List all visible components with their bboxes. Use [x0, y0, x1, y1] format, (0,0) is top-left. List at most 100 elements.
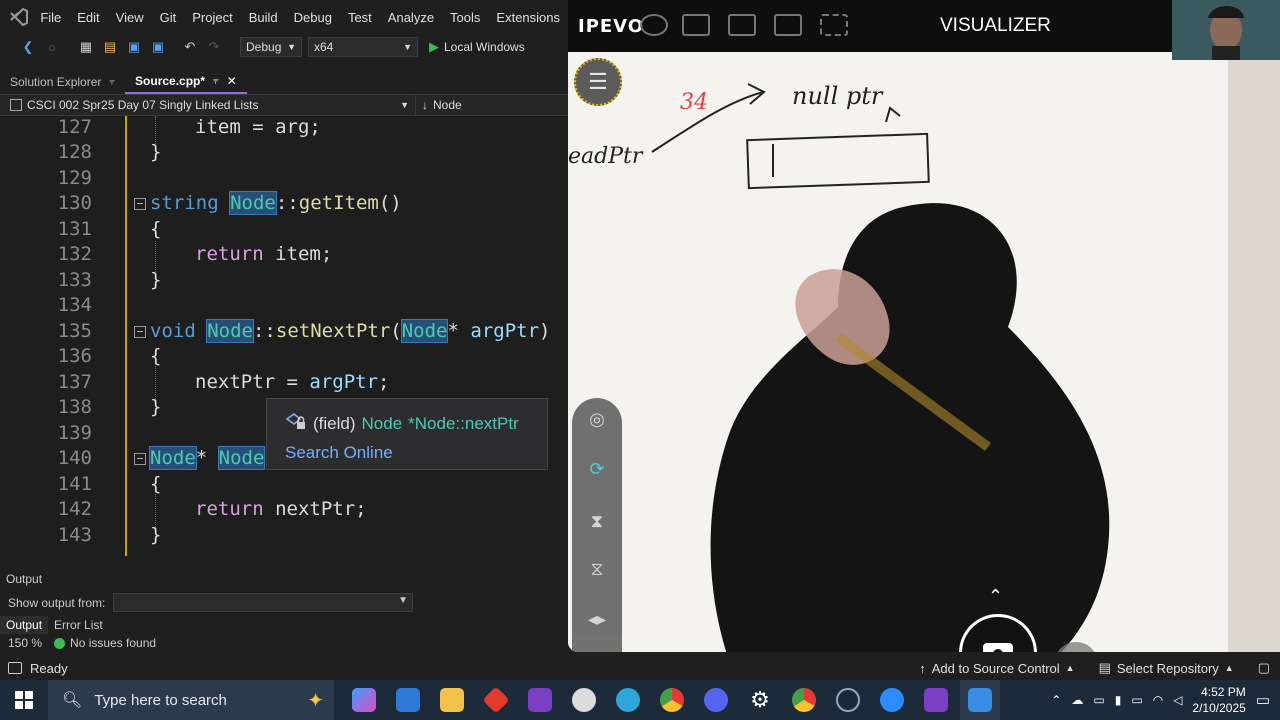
expand-icon[interactable] [820, 14, 848, 36]
document-tabs: Solution Explorer ⫧ Source.cpp* ⫧ ✕ [0, 70, 568, 94]
new-project-icon[interactable]: ▦ [76, 37, 96, 57]
code-editor[interactable]: 127 item = arg; 128 } 129 130 − string N… [0, 116, 568, 564]
navigation-bar: CSCI 002 Spr25 Day 07 Singly Linked List… [0, 94, 568, 116]
quick-info-kind: (field) [313, 413, 356, 433]
collapse-icon[interactable]: − [134, 326, 146, 338]
visual-studio-icon[interactable] [520, 680, 560, 720]
visual-studio-2-icon[interactable] [916, 680, 956, 720]
clock[interactable]: 4:52 PM 2/10/2025 [1192, 684, 1245, 716]
chevron-down-icon: ▼ [287, 42, 296, 52]
tab-output[interactable]: Output [0, 616, 49, 634]
save-all-icon[interactable]: ▣ [148, 37, 168, 57]
platform-select[interactable]: x64 ▼ [308, 37, 418, 57]
collapse-icon[interactable]: − [134, 198, 146, 210]
add-window-icon[interactable] [682, 14, 710, 36]
taskbar-search[interactable]: 🔍︎ Type here to search ✦ [48, 680, 334, 720]
chevron-down-icon: ▼ [398, 595, 408, 606]
pin-icon[interactable]: ⫧ [213, 76, 219, 87]
search-online-link[interactable]: Search Online [285, 443, 393, 463]
chrome-profile-icon[interactable] [784, 680, 824, 720]
collapse-icon[interactable]: − [134, 453, 146, 465]
platform-value: x64 [314, 40, 334, 54]
configuration-select[interactable]: Debug ▼ [240, 37, 302, 57]
steam-icon[interactable] [828, 680, 868, 720]
battery-icon[interactable]: ▭ [1131, 693, 1142, 707]
tab-error-list[interactable]: Error List [48, 616, 109, 634]
undo-icon[interactable]: ↶ [180, 37, 200, 57]
save-icon[interactable]: ▣ [124, 37, 144, 57]
select-repository[interactable]: ▤ Select Repository ▲ [1099, 660, 1234, 676]
rotate-icon[interactable]: ⟳ [586, 458, 608, 480]
split-view-icon[interactable] [774, 14, 802, 36]
file-explorer-icon[interactable] [432, 680, 472, 720]
output-window-icon[interactable] [8, 662, 22, 674]
tab-solution-explorer[interactable]: Solution Explorer ⫧ [0, 70, 125, 94]
usb-icon[interactable]: ▭ [1093, 693, 1104, 707]
drawn-headptr: eadPtr [568, 144, 643, 169]
tab-source-cpp[interactable]: Source.cpp* ⫧ ✕ [125, 70, 247, 94]
menu-project[interactable]: Project [184, 10, 240, 25]
visual-studio-logo-icon[interactable] [6, 0, 32, 34]
chevron-up-icon[interactable]: ⌃ [988, 586, 1003, 607]
pin-icon[interactable]: ⫧ [109, 77, 115, 88]
menu-git[interactable]: Git [152, 10, 185, 25]
volume-icon[interactable]: ◁ [1173, 693, 1182, 707]
freeze-icon[interactable]: ⧖ [586, 558, 608, 580]
code-line: 129 [0, 167, 568, 192]
notification-center-icon[interactable]: ▭ [1256, 691, 1270, 709]
start-button[interactable] [0, 680, 48, 720]
chevron-up-icon[interactable]: ⌃ [1051, 693, 1061, 707]
menu-tools[interactable]: Tools [442, 10, 488, 25]
flip-vertical-icon[interactable]: ⧗ [586, 510, 608, 532]
back-icon[interactable]: ❮ [18, 37, 38, 57]
forward-icon[interactable]: ○ [42, 37, 62, 57]
menu-extensions[interactable]: Extensions [488, 10, 568, 25]
cloud-icon[interactable]: ☁ [1071, 693, 1083, 707]
code-text: { [150, 473, 162, 495]
menu-build[interactable]: Build [241, 10, 286, 25]
paint-icon[interactable] [564, 680, 604, 720]
system-tray: ⌃ ☁ ▭ ▮ ▭ ◠ ◁ 4:52 PM 2/10/2025 ▭ [1051, 684, 1280, 716]
run-button[interactable]: ▶ Local Windows [429, 39, 525, 55]
settings-gear-icon[interactable]: ⚙ [740, 680, 780, 720]
code-text: { [150, 218, 162, 240]
chrome-icon[interactable] [652, 680, 692, 720]
notifications-icon[interactable]: ▢ [1258, 660, 1270, 676]
member-dropdown[interactable]: ↓ Node [415, 95, 462, 115]
ipevo-visualizer-icon[interactable] [960, 680, 1000, 720]
store-icon[interactable] [388, 680, 428, 720]
add-to-source-control[interactable]: ↑ Add to Source Control ▲ [919, 661, 1074, 676]
red-app-icon[interactable] [476, 680, 516, 720]
menu-bar: File Edit View Git Project Build Debug T… [0, 0, 568, 34]
issues-indicator[interactable]: No issues found [54, 636, 156, 650]
member-name: Node [433, 98, 462, 112]
menu-view[interactable]: View [108, 10, 152, 25]
settings-icon[interactable] [640, 14, 668, 36]
picture-in-picture-icon[interactable] [728, 14, 756, 36]
microphone-icon[interactable]: ▮ [1115, 693, 1122, 707]
menu-test[interactable]: Test [340, 10, 380, 25]
menu-edit[interactable]: Edit [69, 10, 107, 25]
zoom-level[interactable]: 150 % [8, 636, 42, 650]
menu-analyze[interactable]: Analyze [380, 10, 442, 25]
document-camera-window: IPEVO VISUALIZER 34 null ptr eadPtr ◎ ⟳ … [568, 0, 1280, 652]
project-dropdown[interactable]: CSCI 002 Spr25 Day 07 Singly Linked List… [0, 98, 415, 112]
menu-debug[interactable]: Debug [286, 10, 340, 25]
status-right: ↑ Add to Source Control ▲ ▤ Select Repos… [919, 660, 1280, 676]
open-folder-icon[interactable]: ▤ [100, 37, 120, 57]
wifi-icon[interactable]: ◠ [1153, 693, 1163, 707]
play-icon: ▶ [429, 39, 439, 54]
discord-icon[interactable] [696, 680, 736, 720]
menu-file[interactable]: File [32, 10, 69, 25]
output-title: Output [6, 572, 43, 586]
copilot-icon[interactable] [344, 680, 384, 720]
zoom-icon[interactable] [872, 680, 912, 720]
mirror-icon[interactable]: ◂▸ [586, 608, 608, 630]
telegram-icon[interactable] [608, 680, 648, 720]
visualizer-menu-button[interactable]: ☰ [574, 58, 622, 106]
close-icon[interactable]: ✕ [227, 74, 237, 88]
redo-icon[interactable]: ↷ [204, 37, 224, 57]
chevron-down-icon: ▼ [403, 42, 412, 52]
zoom-icon[interactable]: ◎ [586, 408, 608, 430]
output-source-select[interactable]: ▼ [113, 593, 413, 612]
